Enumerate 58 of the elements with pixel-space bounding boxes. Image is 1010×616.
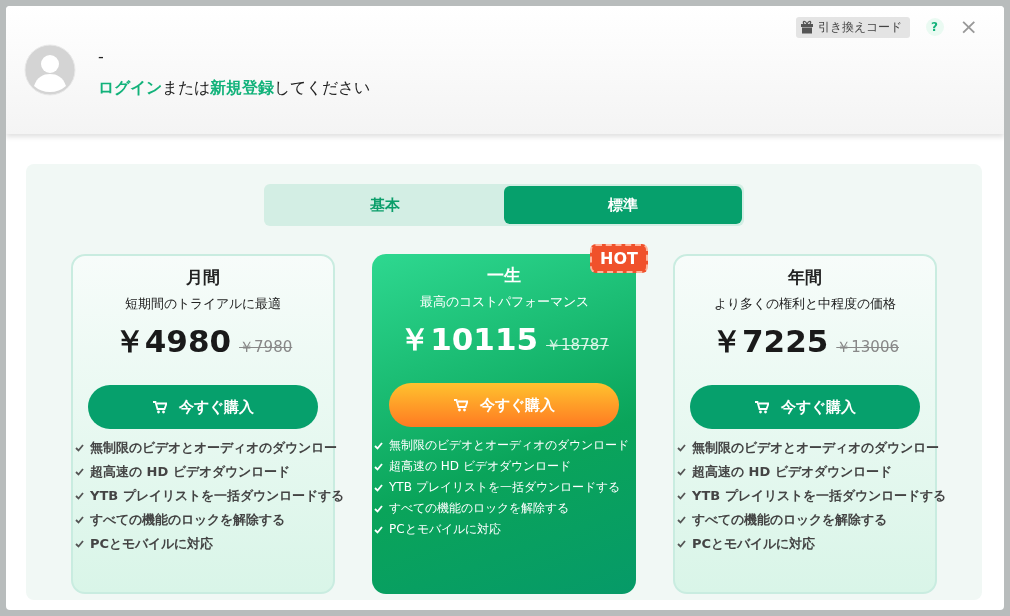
plan-tagline: 短期間のトライアルに最適: [125, 295, 281, 313]
feature-text: YTB プレイリストを一括ダウンロードする: [692, 487, 946, 505]
plan-tagline: より多くの権利と中程度の価格: [714, 295, 896, 313]
cart-icon: [152, 400, 167, 414]
check-icon: [374, 525, 383, 534]
cart-icon: [453, 398, 468, 412]
check-icon: [75, 444, 84, 452]
original-price: ￥18787: [546, 336, 609, 355]
check-icon: [677, 516, 686, 524]
login-prompt: ログインまたは新規登録してください: [98, 78, 370, 99]
plan-name: 月間: [186, 266, 220, 289]
redeem-code-button[interactable]: 引き換えコード: [795, 16, 910, 38]
username: -: [98, 47, 105, 66]
feature-text: 超高速の HD ビデオダウンロード: [389, 458, 571, 475]
check-icon: [374, 462, 383, 471]
feature-text: PCとモバイルに対応: [692, 535, 816, 553]
original-price: ￥7980: [239, 338, 293, 357]
buy-now-button[interactable]: 今すぐ購入: [690, 385, 920, 429]
feature-text: すべての機能のロックを解除する: [389, 500, 569, 517]
feature-text: 無制限のビデオとオーディオのダウンロード: [389, 437, 629, 454]
feature-text: すべての機能のロックを解除する: [692, 511, 887, 529]
feature-text: PCとモバイルに対応: [90, 535, 214, 553]
feature-text: PCとモバイルに対応: [389, 521, 501, 538]
feature-text: YTB プレイリストを一括ダウンロードする: [389, 479, 620, 496]
plan-name: 一生: [487, 264, 521, 287]
check-icon: [677, 444, 686, 452]
gift-icon: [799, 20, 814, 34]
original-price: ￥13006: [836, 338, 899, 357]
plan-price: ￥10115: [399, 320, 539, 359]
check-icon: [75, 540, 84, 548]
plan-tab[interactable]: 標準: [504, 186, 742, 224]
feature-text: 超高速の HD ビデオダウンロード: [692, 463, 892, 481]
plan-tab[interactable]: 基本: [266, 186, 504, 224]
check-icon: [677, 540, 686, 548]
plan-tagline: 最高のコストパフォーマンス: [419, 293, 589, 311]
check-icon: [374, 504, 383, 513]
cart-icon: [754, 400, 769, 414]
check-icon: [677, 492, 686, 500]
hot-badge: HOT: [590, 244, 648, 273]
feature-text: 無制限のビデオとオーディオのダウンロー: [90, 439, 337, 457]
check-icon: [75, 492, 84, 500]
check-icon: [374, 483, 383, 492]
plan-price: ￥4980: [113, 322, 232, 361]
buy-now-button[interactable]: 今すぐ購入: [389, 383, 619, 427]
feature-text: 無制限のビデオとオーディオのダウンロー: [692, 439, 939, 457]
check-icon: [677, 468, 686, 476]
feature-text: YTB プレイリストを一括ダウンロードする: [90, 487, 344, 505]
help-button[interactable]: ?: [925, 18, 944, 36]
check-icon: [75, 468, 84, 476]
buy-now-button[interactable]: 今すぐ購入: [88, 385, 318, 429]
feature-text: 超高速の HD ビデオダウンロード: [90, 463, 290, 481]
check-icon: [374, 441, 383, 450]
feature-text: すべての機能のロックを解除する: [90, 511, 285, 529]
avatar-icon: [24, 44, 76, 96]
close-button[interactable]: ×: [959, 16, 978, 38]
plan-name: 年間: [788, 266, 822, 289]
check-icon: [75, 516, 84, 524]
plan-price: ￥7225: [711, 322, 829, 361]
